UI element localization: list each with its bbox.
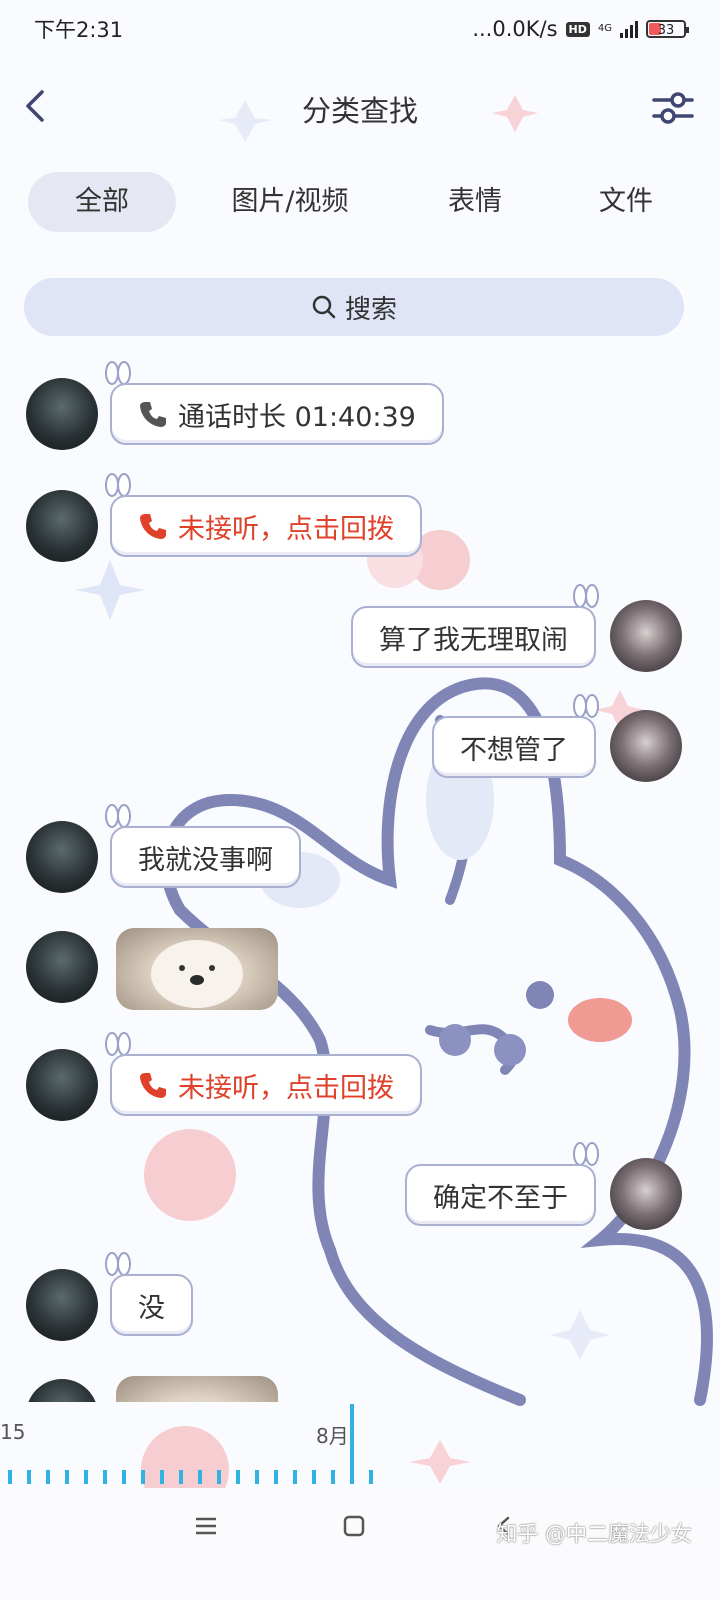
timeline-tick <box>331 1470 335 1484</box>
missed-call-text: 未接听，点击回拨 <box>178 1072 394 1104</box>
timeline-tick <box>274 1470 278 1484</box>
missed-call-icon <box>140 1073 166 1098</box>
search-label: 搜索 <box>344 294 397 325</box>
message-item <box>0 928 720 1012</box>
system-nav-bar: 知乎 @中二魔法少女 <box>0 1488 720 1600</box>
timeline-tick <box>312 1470 316 1484</box>
message-text: 确定不至于 <box>433 1182 568 1214</box>
message-text: 算了我无理取闹 <box>379 624 568 656</box>
timeline-month-label: 8月 <box>316 1424 349 1448</box>
missed-call-bubble[interactable]: 未接听，点击回拨 <box>110 1054 422 1116</box>
timeline-tick <box>8 1470 12 1484</box>
message-item: 没 <box>0 1252 720 1346</box>
timeline-tick <box>103 1470 107 1484</box>
text-bubble[interactable]: 不想管了 <box>432 716 596 778</box>
text-bubble[interactable]: 没 <box>110 1274 193 1336</box>
message-item <box>0 1376 720 1402</box>
avatar[interactable] <box>26 1269 98 1341</box>
message-item: 不想管了 <box>0 694 720 788</box>
menu-icon[interactable] <box>186 1506 226 1546</box>
message-text: 我就没事啊 <box>138 844 273 876</box>
message-item: 未接听，点击回拨 <box>0 1032 720 1126</box>
text-bubble[interactable]: 算了我无理取闹 <box>351 606 596 668</box>
net-speed: ...0.0K/s <box>472 17 558 41</box>
network-type: 4G <box>597 23 612 34</box>
status-time: 下午2:31 <box>34 18 124 42</box>
timeline-tick <box>350 1470 354 1484</box>
call-duration-text: 通话时长 01:40:39 <box>178 401 416 433</box>
avatar[interactable] <box>610 710 682 782</box>
message-item: 确定不至于 <box>0 1142 720 1236</box>
filter-sliders-icon[interactable] <box>650 86 696 130</box>
timeline-tick <box>369 1470 373 1484</box>
timeline-tick <box>65 1470 69 1484</box>
timeline-tick <box>160 1470 164 1484</box>
dog-sticker-image[interactable] <box>116 928 278 1010</box>
timeline-tick <box>198 1470 202 1484</box>
timeline-tick <box>122 1470 126 1484</box>
timeline-tick <box>84 1470 88 1484</box>
call-bubble[interactable]: 通话时长 01:40:39 <box>110 383 444 445</box>
message-item: 我就没事啊 <box>0 804 720 898</box>
watermark: 知乎 @中二魔法少女 <box>496 1522 692 1546</box>
timeline-tick <box>179 1470 183 1484</box>
search-icon <box>312 295 336 319</box>
timeline-tick <box>255 1470 259 1484</box>
avatar[interactable] <box>26 490 98 562</box>
phone-icon <box>140 402 166 427</box>
timeline-tick <box>27 1470 31 1484</box>
tab-files[interactable]: 文件 <box>566 172 686 232</box>
message-item: 算了我无理取闹 <box>0 584 720 678</box>
timeline-tick <box>236 1470 240 1484</box>
timeline-tick <box>293 1470 297 1484</box>
avatar[interactable] <box>26 378 98 450</box>
signal-icon <box>620 20 638 38</box>
hd-icon: HD <box>565 21 590 37</box>
bunny-wallpaper <box>75 95 713 1514</box>
avatar[interactable] <box>26 821 98 893</box>
message-text: 没 <box>138 1292 165 1324</box>
tab-images-videos[interactable]: 图片/视频 <box>208 172 372 232</box>
avatar[interactable] <box>26 1049 98 1121</box>
missed-call-icon <box>140 514 166 539</box>
timeline-tick <box>217 1470 221 1484</box>
tab-stickers[interactable]: 表情 <box>410 172 540 232</box>
battery-icon: 33 <box>646 20 689 38</box>
home-square-icon[interactable] <box>334 1506 374 1546</box>
missed-call-bubble[interactable]: 未接听，点击回拨 <box>110 495 422 557</box>
avatar[interactable] <box>610 600 682 672</box>
status-indicators: ...0.0K/s HD 4G 33 <box>472 17 689 41</box>
message-item: 通话时长 01:40:39 <box>0 361 720 455</box>
avatar[interactable] <box>26 931 98 1003</box>
message-text: 不想管了 <box>460 734 568 766</box>
text-bubble[interactable]: 确定不至于 <box>405 1164 596 1226</box>
search-bar[interactable]: 搜索 <box>24 278 684 336</box>
message-item: 未接听，点击回拨 <box>0 473 720 567</box>
battery-level: 33 <box>657 23 675 38</box>
avatar[interactable] <box>26 1379 98 1402</box>
tab-all[interactable]: 全部 <box>28 172 176 232</box>
missed-call-text: 未接听，点击回拨 <box>178 513 394 545</box>
header: 分类查找 <box>0 70 720 146</box>
timeline-tick <box>46 1470 50 1484</box>
page-title: 分类查找 <box>301 94 418 128</box>
dog-sticker-image[interactable] <box>116 1376 278 1402</box>
avatar[interactable] <box>610 1158 682 1230</box>
date-timeline[interactable]: 15 8月 <box>0 1400 720 1486</box>
status-bar: 下午2:31 ...0.0K/s HD 4G 33 <box>0 0 720 58</box>
text-bubble[interactable]: 我就没事啊 <box>110 826 301 888</box>
category-tabs: 全部 图片/视频 表情 文件 <box>0 172 720 234</box>
timeline-tick <box>141 1470 145 1484</box>
timeline-label: 15 <box>0 1420 26 1444</box>
